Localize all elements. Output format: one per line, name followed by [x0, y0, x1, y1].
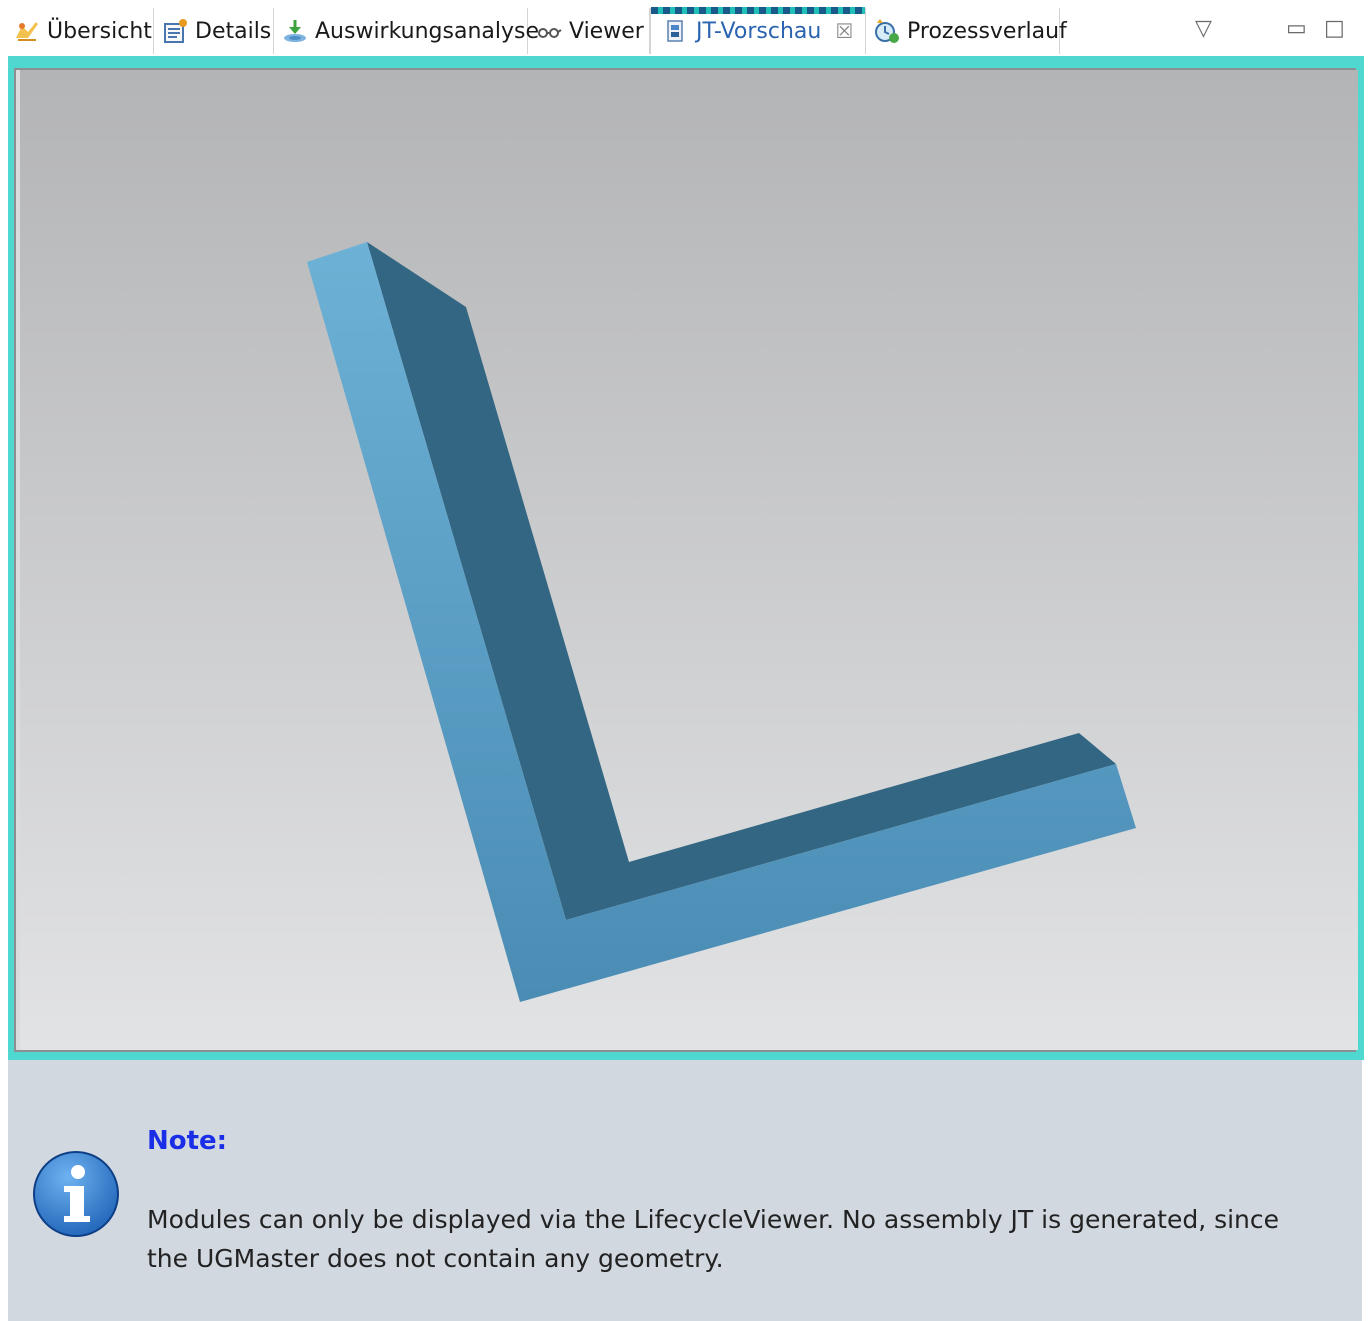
- tab-label: Viewer: [569, 18, 644, 44]
- focus-indicator: [651, 7, 865, 14]
- note-text: Modules can only be displayed via the Li…: [147, 1205, 1280, 1273]
- tab-label: Prozessverlauf: [907, 18, 1067, 44]
- tab-label: Übersicht: [47, 18, 152, 44]
- overview-icon: [16, 22, 38, 41]
- close-icon[interactable]: ☒: [835, 19, 853, 43]
- view-menu-icon[interactable]: ▽: [1195, 16, 1212, 41]
- jt-3d-viewport[interactable]: [20, 70, 1358, 1050]
- note-title: Note:: [147, 1126, 228, 1156]
- impact-analysis-icon: [284, 20, 306, 42]
- process-history-icon: [875, 19, 899, 43]
- tab-label: Details: [195, 18, 272, 44]
- tab-viewer[interactable]: Viewer: [528, 8, 650, 54]
- tab-auswirkungsanalyse[interactable]: Auswirkungsanalyse: [274, 8, 539, 54]
- tab-details[interactable]: Details: [154, 8, 274, 54]
- glasses-icon: [538, 28, 562, 38]
- maximize-icon[interactable]: □: [1324, 16, 1345, 41]
- tab-prozessverlauf[interactable]: Prozessverlauf: [866, 8, 1067, 54]
- info-icon: [33, 1151, 119, 1237]
- tab-jt-vorschau[interactable]: JT-Vorschau ☒: [650, 7, 866, 54]
- editor-tab-bar: Übersicht Details Auswirkungsanalyse Vie…: [8, 7, 1362, 54]
- tab-label: JT-Vorschau: [696, 18, 822, 44]
- minimize-icon[interactable]: ▭: [1286, 16, 1307, 41]
- tab-uebersicht[interactable]: Übersicht: [8, 8, 154, 54]
- jt-preview-icon: [667, 20, 683, 42]
- tab-label: Auswirkungsanalyse: [315, 18, 540, 44]
- details-icon: [164, 19, 187, 43]
- note-box: Note: Modules can only be displayed via …: [8, 1060, 1362, 1321]
